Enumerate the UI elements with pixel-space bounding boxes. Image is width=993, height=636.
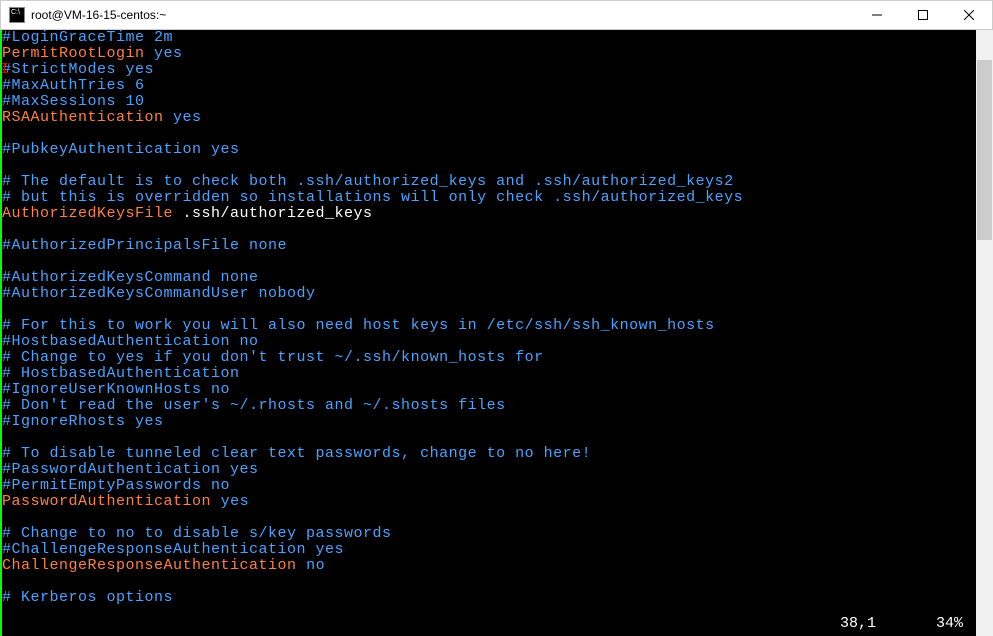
text-segment (145, 45, 155, 62)
terminal-line: #MaxAuthTries 6 (2, 78, 993, 94)
terminal-line (2, 254, 993, 270)
cursor-mark-icon: I (0, 62, 9, 78)
text-segment: PasswordAuthentication (2, 493, 211, 510)
text-segment: # Change to yes if you don't trust ~/.ss… (2, 349, 544, 366)
terminal-line: # Change to yes if you don't trust ~/.ss… (2, 350, 993, 366)
terminal-line: #PermitEmptyPasswords no (2, 478, 993, 494)
terminal-line: AuthorizedKeysFile .ssh/authorized_keys (2, 206, 993, 222)
text-segment: yes (173, 109, 202, 126)
text-segment: # To disable tunneled clear text passwor… (2, 445, 591, 462)
terminal-line: ChallengeResponseAuthentication no (2, 558, 993, 574)
scroll-percent: 34% (936, 616, 963, 632)
text-segment: #IgnoreUserKnownHosts no (2, 381, 230, 398)
text-segment: #ChallengeResponseAuthentication yes (2, 541, 344, 558)
terminal-line: #HostbasedAuthentication no (2, 334, 993, 350)
terminal-line: #AuthorizedPrincipalsFile none (2, 238, 993, 254)
text-segment: yes (221, 493, 250, 510)
terminal-line: # The default is to check both .ssh/auth… (2, 174, 993, 190)
scrollbar-thumb[interactable] (977, 60, 992, 240)
terminal-line: #LoginGraceTime 2m (2, 30, 993, 46)
text-segment: .ssh/authorized_keys (173, 205, 373, 222)
terminal-line: #PubkeyAuthentication yes (2, 142, 993, 158)
text-segment: no (306, 557, 325, 574)
terminal-line: # For this to work you will also need ho… (2, 318, 993, 334)
terminal-viewport[interactable]: I #LoginGraceTime 2mPermitRootLogin yes#… (0, 30, 993, 636)
text-segment: # HostbasedAuthentication (2, 365, 240, 382)
text-segment: #MaxAuthTries 6 (2, 77, 145, 94)
maximize-button[interactable] (900, 1, 946, 29)
text-segment: # The default is to check both .ssh/auth… (2, 173, 734, 190)
text-segment (211, 493, 221, 510)
terminal-line: # To disable tunneled clear text passwor… (2, 446, 993, 462)
text-segment: #AuthorizedKeysCommandUser nobody (2, 285, 316, 302)
text-segment: #PubkeyAuthentication yes (2, 141, 240, 158)
vim-status-line: 38,1 34% (840, 616, 963, 632)
terminal-line: #MaxSessions 10 (2, 94, 993, 110)
terminal-line (2, 510, 993, 526)
terminal-line: #AuthorizedKeysCommand none (2, 270, 993, 286)
terminal-content[interactable]: #LoginGraceTime 2mPermitRootLogin yes#St… (2, 30, 993, 606)
minimize-button[interactable] (854, 1, 900, 29)
text-segment: AuthorizedKeysFile (2, 205, 173, 222)
text-segment: # Don't read the user's ~/.rhosts and ~/… (2, 397, 506, 414)
terminal-line: #IgnoreRhosts yes (2, 414, 993, 430)
text-segment: #StrictModes yes (2, 61, 154, 78)
text-segment: #MaxSessions 10 (2, 93, 145, 110)
text-segment: #PasswordAuthentication yes (2, 461, 259, 478)
terminal-line: #IgnoreUserKnownHosts no (2, 382, 993, 398)
text-segment: # Change to no to disable s/key password… (2, 525, 392, 542)
terminal-line: # but this is overridden so installation… (2, 190, 993, 206)
text-segment: #LoginGraceTime 2m (2, 30, 173, 46)
text-segment: ChallengeResponseAuthentication (2, 557, 297, 574)
terminal-line (2, 158, 993, 174)
scrollbar[interactable] (976, 30, 993, 636)
terminal-line: #ChallengeResponseAuthentication yes (2, 542, 993, 558)
text-segment: #IgnoreRhosts yes (2, 413, 164, 430)
terminal-line: # Kerberos options (2, 590, 993, 606)
text-segment: #PermitEmptyPasswords no (2, 477, 230, 494)
terminal-icon (9, 7, 25, 23)
window-titlebar: root@VM-16-15-centos:~ (0, 0, 993, 30)
text-segment: RSAAuthentication (2, 109, 164, 126)
terminal-line (2, 222, 993, 238)
text-segment: #AuthorizedPrincipalsFile none (2, 237, 287, 254)
terminal-line (2, 302, 993, 318)
terminal-line (2, 126, 993, 142)
terminal-line: PermitRootLogin yes (2, 46, 993, 62)
text-segment: # Kerberos options (2, 589, 173, 606)
terminal-line: #StrictModes yes (2, 62, 993, 78)
window-title: root@VM-16-15-centos:~ (31, 8, 854, 22)
text-segment: # but this is overridden so installation… (2, 189, 743, 206)
text-segment (164, 109, 174, 126)
terminal-line: # Don't read the user's ~/.rhosts and ~/… (2, 398, 993, 414)
cursor-position: 38,1 (840, 616, 876, 632)
terminal-line: #PasswordAuthentication yes (2, 462, 993, 478)
terminal-line: # Change to no to disable s/key password… (2, 526, 993, 542)
terminal-line: # HostbasedAuthentication (2, 366, 993, 382)
terminal-line (2, 430, 993, 446)
terminal-line: #AuthorizedKeysCommandUser nobody (2, 286, 993, 302)
text-segment (297, 557, 307, 574)
window-controls (854, 1, 992, 29)
close-button[interactable] (946, 1, 992, 29)
text-segment: #HostbasedAuthentication no (2, 333, 259, 350)
text-segment: yes (154, 45, 183, 62)
terminal-line: RSAAuthentication yes (2, 110, 993, 126)
terminal-line: PasswordAuthentication yes (2, 494, 993, 510)
terminal-line (2, 574, 993, 590)
text-segment: #AuthorizedKeysCommand none (2, 269, 259, 286)
text-segment: # For this to work you will also need ho… (2, 317, 715, 334)
text-segment: PermitRootLogin (2, 45, 145, 62)
